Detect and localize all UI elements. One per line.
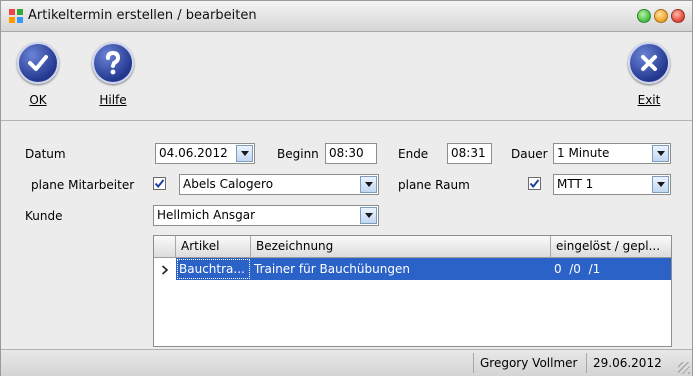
minimize-button[interactable]: [637, 9, 651, 23]
kunde-dropdown-button[interactable]: [360, 207, 377, 224]
status-date: 29.06.2012: [586, 353, 668, 373]
kunde-select[interactable]: Hellmich Ansgar: [153, 205, 379, 226]
close-button[interactable]: [671, 9, 685, 23]
grid-header: Artikel Bezeichnung eingelöst / gepl...: [154, 236, 671, 258]
raum-select[interactable]: MTT 1: [553, 174, 671, 195]
plane-raum-label: plane Raum: [398, 178, 470, 192]
chevron-down-icon: [364, 213, 373, 218]
beginn-field[interactable]: 08:30: [325, 143, 377, 164]
checkmark-icon: [529, 179, 540, 189]
exit-label: Exit: [637, 93, 661, 107]
table-row[interactable]: Bauchtra... Trainer für Bauchübungen 0 /…: [154, 258, 671, 280]
article-grid[interactable]: Artikel Bezeichnung eingelöst / gepl... …: [153, 235, 672, 347]
ok-label: OK: [29, 93, 47, 107]
chevron-right-icon: [161, 264, 169, 275]
grid-header-bezeichnung[interactable]: Bezeichnung: [251, 236, 551, 257]
toolbar: OK Hilfe Exit: [1, 32, 692, 121]
grid-header-artikel[interactable]: Artikel: [176, 236, 251, 257]
chevron-down-icon: [364, 182, 373, 187]
row-indicator: [154, 258, 176, 280]
maximize-button[interactable]: [654, 9, 668, 23]
app-grid-icon: [9, 9, 23, 23]
help-button[interactable]: Hilfe: [83, 42, 143, 116]
grid-indicator-header: [154, 236, 176, 257]
raum-dropdown-button[interactable]: [652, 176, 669, 193]
cell-bezeichnung[interactable]: Trainer für Bauchübungen: [251, 258, 551, 280]
datum-field[interactable]: 04.06.2012: [155, 143, 255, 164]
ende-field[interactable]: 08:31: [447, 143, 492, 164]
grid-header-eingeloest[interactable]: eingelöst / gepl...: [551, 236, 671, 257]
datum-value: 04.06.2012: [159, 146, 228, 160]
beginn-value: 08:30: [329, 146, 364, 160]
ende-label: Ende: [398, 147, 429, 161]
cell-artikel[interactable]: Bauchtra...: [176, 258, 251, 280]
question-mark-icon: [92, 42, 134, 84]
dauer-dropdown-button[interactable]: [652, 145, 669, 162]
resize-grip-icon[interactable]: [678, 362, 690, 374]
calendar-dropdown-button[interactable]: [236, 145, 253, 162]
close-x-icon: [628, 42, 670, 84]
cell-eingeloest[interactable]: 0 /0 /1: [551, 258, 671, 280]
dauer-label: Dauer: [511, 147, 548, 161]
chevron-down-icon: [240, 151, 249, 156]
mitarbeiter-value: Abels Calogero: [183, 177, 274, 191]
dialog-window: Artikeltermin erstellen / bearbeiten OK …: [0, 0, 693, 376]
plane-raum-checkbox[interactable]: [528, 177, 541, 190]
dauer-select[interactable]: 1 Minute: [553, 143, 671, 164]
datum-label: Datum: [25, 147, 66, 161]
kunde-value: Hellmich Ansgar: [157, 208, 256, 222]
checkmark-icon: [17, 42, 59, 84]
mitarbeiter-select[interactable]: Abels Calogero: [179, 174, 379, 195]
chevron-down-icon: [656, 182, 665, 187]
mitarbeiter-dropdown-button[interactable]: [360, 176, 377, 193]
kunde-label: Kunde: [25, 209, 63, 223]
ende-value: 08:31: [451, 146, 486, 160]
status-bar: Gregory Vollmer 29.06.2012: [1, 349, 692, 376]
window-title: Artikeltermin erstellen / bearbeiten: [28, 8, 257, 23]
dauer-value: 1 Minute: [557, 146, 610, 160]
exit-button[interactable]: Exit: [619, 42, 679, 116]
chevron-down-icon: [656, 151, 665, 156]
checkmark-icon: [154, 179, 165, 189]
beginn-label: Beginn: [277, 147, 319, 161]
ok-button[interactable]: OK: [8, 42, 68, 116]
help-label: Hilfe: [99, 93, 127, 107]
plane-mitarbeiter-checkbox[interactable]: [153, 177, 166, 190]
status-user: Gregory Vollmer: [473, 353, 583, 373]
raum-value: MTT 1: [557, 177, 594, 191]
plane-mitarbeiter-label: plane Mitarbeiter: [31, 178, 135, 192]
title-bar[interactable]: Artikeltermin erstellen / bearbeiten: [1, 1, 692, 32]
